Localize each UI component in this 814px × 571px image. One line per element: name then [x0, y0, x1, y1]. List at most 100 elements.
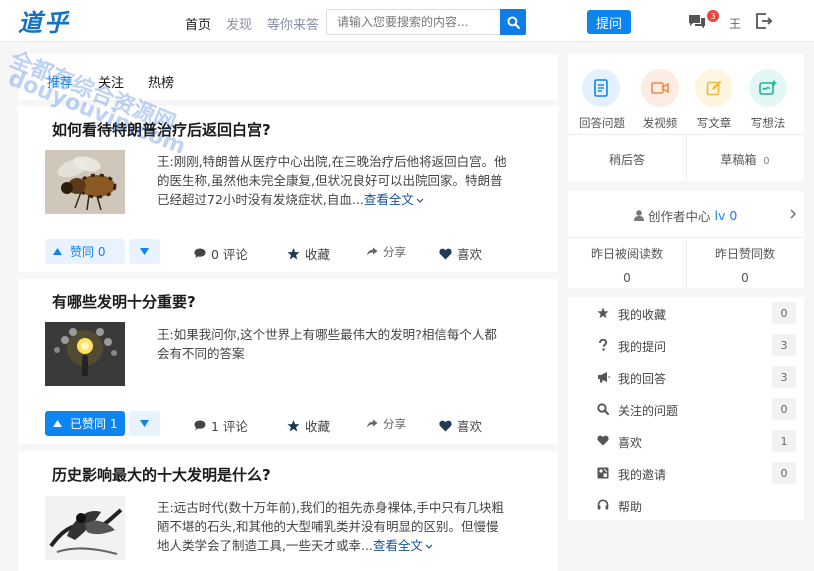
question-excerpt: 王:如果我问你,这个世界上有哪些最伟大的发明?相信每个人都会有不同的答案 — [157, 327, 497, 361]
share-icon — [367, 419, 378, 427]
comment-button[interactable]: 0 评论 — [194, 244, 248, 263]
menu-likes[interactable]: 喜欢 1 — [568, 426, 804, 456]
drafts-count: 0 — [763, 156, 770, 167]
question-thumbnail[interactable] — [45, 496, 125, 560]
messages-icon[interactable] — [688, 14, 706, 29]
question-title[interactable]: 历史影响最大的十大发明是什么? — [52, 464, 271, 485]
comment-icon — [194, 248, 206, 259]
creator-level: lv 0 — [714, 208, 738, 223]
heart-icon — [597, 435, 609, 446]
nav-discover[interactable]: 发现 — [226, 14, 252, 33]
menu-count: 1 — [772, 430, 796, 452]
triangle-down-icon — [140, 420, 149, 427]
creator-center-link[interactable]: 创作者中心 lv 0 — [568, 191, 804, 237]
idea-chat-icon — [749, 69, 787, 107]
question-title[interactable]: 如何看待特朗普治疗后返回白宫? — [52, 119, 271, 140]
menu-followed-questions[interactable]: 关注的问题 0 — [568, 394, 804, 424]
create-answer-button[interactable]: 回答问题 — [579, 69, 625, 131]
share-button[interactable]: 分享 — [366, 416, 406, 432]
nav-waiting-answers[interactable]: 等你来答 — [267, 14, 319, 33]
question-title[interactable]: 有哪些发明十分重要? — [52, 291, 196, 312]
triangle-up-icon — [53, 248, 62, 255]
menu-count: 0 — [772, 398, 796, 420]
creator-panel: 创作者中心 lv 0 昨日被阅读数 0 昨日赞同数 0 — [568, 191, 804, 288]
search-box — [326, 9, 526, 35]
menu-my-invitations[interactable]: 我的邀请 0 — [568, 458, 804, 488]
collect-button[interactable]: 收藏 — [287, 244, 330, 263]
ask-question-button[interactable]: 提问 — [587, 10, 631, 34]
site-logo[interactable]: 道乎 — [18, 3, 70, 38]
tab-recommended[interactable]: 推荐 — [47, 72, 73, 91]
question-thumbnail[interactable] — [45, 150, 125, 214]
answer-actions: 已赞同 1 1 评论 收藏 分享 喜欢 — [18, 411, 558, 437]
drafts-link[interactable]: 草稿箱 0 — [686, 135, 804, 181]
lightbulb-photo — [45, 322, 125, 386]
menu-count: 3 — [772, 334, 796, 356]
question-excerpt: 王:刚刚,特朗普从医疗中心出院,在三晚治疗后他将返回白宫。他的医生称,虽然他未完… — [157, 152, 509, 209]
menu-my-answers[interactable]: 我的回答 3 — [568, 362, 804, 392]
creator-center-label: 创作者中心 — [648, 209, 711, 224]
question-excerpt: 王:远古时代(数十万年前),我们的祖先赤身裸体,手中只有几块粗陋不堪的石头,和其… — [157, 498, 509, 555]
menu-my-collections[interactable]: 我的收藏 0 — [568, 298, 804, 328]
downvote-button[interactable] — [129, 411, 160, 436]
answer-actions: 赞同 0 0 评论 收藏 分享 喜欢 — [18, 239, 558, 265]
menu-count: 0 — [772, 302, 796, 324]
user-name[interactable]: 王 — [729, 15, 741, 32]
create-idea-button[interactable]: 写想法 — [746, 69, 790, 131]
search-input[interactable] — [327, 10, 501, 34]
nav-home[interactable]: 首页 — [185, 14, 211, 33]
top-bar: 道乎 首页 发现 等你来答 提问 3 王 — [0, 0, 814, 42]
like-button[interactable]: 喜欢 — [439, 244, 482, 263]
create-video-button[interactable]: 发视频 — [638, 69, 682, 131]
menu-count: 3 — [772, 366, 796, 388]
downvote-button[interactable] — [129, 239, 160, 264]
create-panel: 回答问题 发视频 写文章 写想法 稍后答 草稿箱 0 — [568, 54, 804, 181]
create-article-button[interactable]: 写文章 — [692, 69, 736, 131]
triangle-up-icon — [53, 420, 62, 427]
feed-tabs: 推荐 关注 热榜 — [18, 54, 558, 100]
question-card: 如何看待特朗普治疗后返回白宫? 王:刚刚,特朗普从医疗中心出院,在三晚治疗后他将… — [18, 106, 558, 272]
upvote-button[interactable]: 赞同 0 — [45, 239, 125, 264]
question-thumbnail[interactable] — [45, 322, 125, 386]
stat-upvote-count: 昨日赞同数 0 — [714, 247, 775, 285]
share-icon — [367, 247, 378, 255]
logout-icon[interactable] — [755, 13, 773, 29]
comment-button[interactable]: 1 评论 — [194, 416, 248, 435]
tab-following[interactable]: 关注 — [98, 72, 124, 91]
star-icon — [287, 247, 300, 259]
search-icon — [506, 15, 520, 29]
excerpt-text: 王:远古时代(数十万年前),我们的祖先赤身裸体,手中只有几块粗陋不堪的石头,和其… — [157, 500, 504, 553]
stat-read-count: 昨日被阅读数 0 — [590, 247, 663, 285]
star-icon — [287, 419, 300, 431]
collect-button[interactable]: 收藏 — [287, 416, 330, 435]
megaphone-icon — [598, 372, 610, 383]
personal-menu: 我的收藏 0 我的提问 3 我的回答 3 关注的问题 0 喜欢 1 我的邀请 0… — [568, 297, 804, 520]
menu-help[interactable]: 帮助 — [568, 490, 804, 520]
like-button[interactable]: 喜欢 — [439, 416, 482, 435]
edit-pen-icon — [695, 69, 733, 107]
share-button[interactable]: 分享 — [366, 244, 406, 260]
upvote-label: 已赞同 1 — [70, 417, 118, 431]
chevron-down-icon — [425, 544, 433, 549]
upvote-label: 赞同 0 — [70, 245, 106, 259]
ink-painting — [45, 496, 125, 560]
menu-my-questions[interactable]: 我的提问 3 — [568, 330, 804, 360]
chevron-right-icon — [790, 209, 796, 219]
video-camera-icon — [641, 69, 679, 107]
heart-icon — [439, 420, 452, 431]
tab-trending[interactable]: 热榜 — [148, 72, 174, 91]
search-button[interactable] — [500, 9, 526, 35]
answer-later-link[interactable]: 稍后答 — [568, 135, 686, 181]
heart-icon — [439, 248, 452, 259]
stats-row: 昨日被阅读数 0 昨日赞同数 0 — [568, 237, 804, 288]
upvote-button[interactable]: 已赞同 1 — [45, 411, 125, 436]
question-card: 有哪些发明十分重要? 王:如果我问你,这个世界上有哪些最伟大的发明?相信每个人都… — [18, 279, 558, 444]
search-icon — [597, 403, 609, 415]
read-more-link[interactable]: 查看全文 — [373, 538, 433, 553]
comment-icon — [194, 420, 206, 431]
question-card: 历史影响最大的十大发明是什么? 王:远古时代(数十万年前),我们的祖先赤身裸体,… — [18, 451, 558, 571]
read-more-link[interactable]: 查看全文 — [364, 192, 424, 207]
excerpt-text: 王:刚刚,特朗普从医疗中心出院,在三晚治疗后他将返回白宫。他的医生称,虽然他未完… — [157, 154, 507, 207]
star-icon — [597, 307, 609, 319]
menu-count: 0 — [772, 462, 796, 484]
